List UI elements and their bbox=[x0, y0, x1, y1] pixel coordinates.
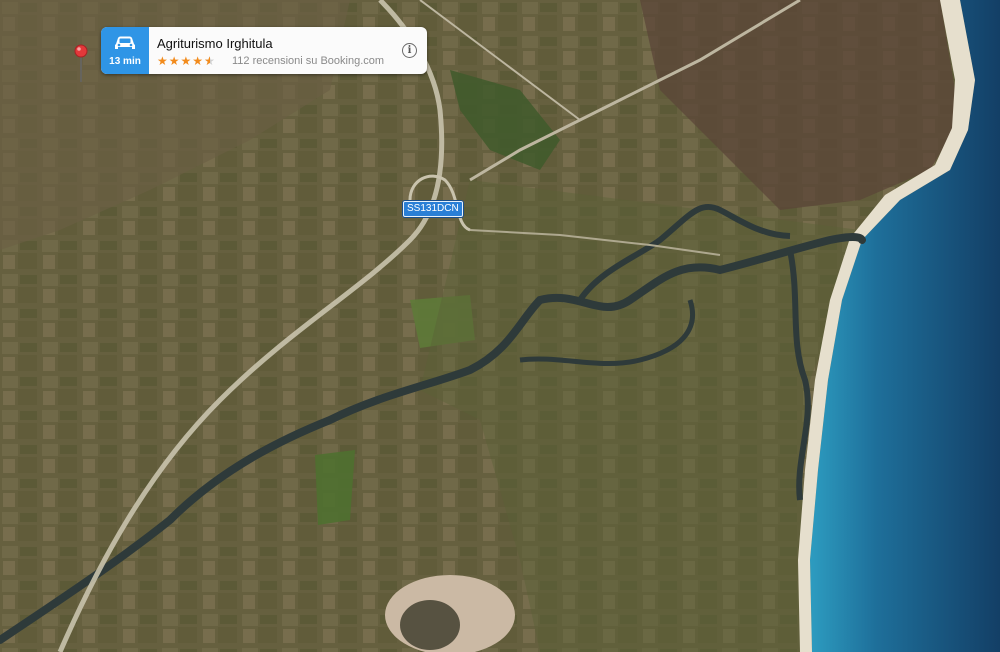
star-icon: ★ bbox=[180, 54, 193, 68]
half-star-icon: ★ bbox=[204, 54, 216, 68]
town-shadow bbox=[400, 600, 460, 650]
car-icon bbox=[115, 36, 135, 49]
map-pin-icon[interactable] bbox=[73, 44, 89, 84]
rating-stars: ★★★★★ bbox=[157, 54, 216, 68]
star-icon: ★ bbox=[168, 54, 181, 68]
drive-time: 13 min bbox=[109, 56, 141, 67]
star-icon: ★ bbox=[157, 54, 169, 68]
directions-button[interactable]: 13 min bbox=[101, 27, 149, 74]
info-icon[interactable]: i bbox=[402, 43, 417, 58]
road-label: SS131DCN bbox=[403, 201, 463, 217]
field-green-2 bbox=[315, 450, 355, 525]
star-icon: ★ bbox=[192, 54, 205, 68]
place-name: Agriturismo Irghitula bbox=[157, 36, 273, 51]
review-count: 112 recensioni su Booking.com bbox=[232, 55, 385, 67]
satellite-map[interactable] bbox=[0, 0, 1000, 652]
place-callout[interactable]: 13 min Agriturismo Irghitula ★★★★★ 112 r… bbox=[101, 27, 427, 74]
